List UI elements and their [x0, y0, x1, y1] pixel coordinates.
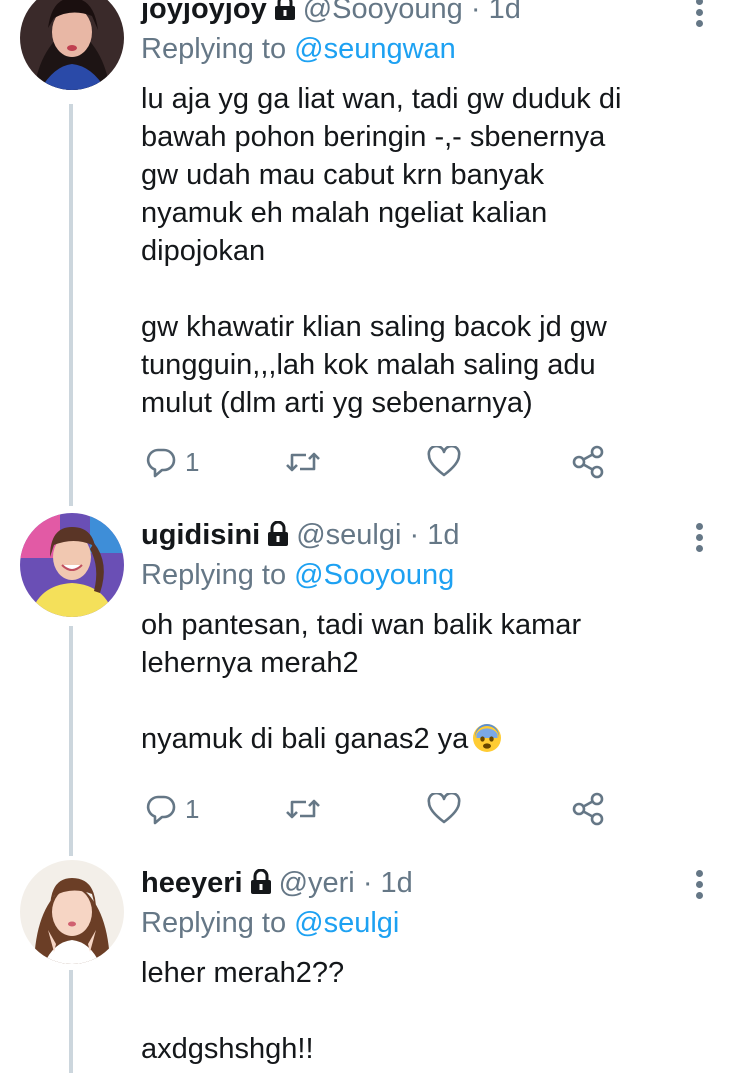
tweet-header: heeyeri @yeri · 1d	[141, 866, 710, 903]
lock-icon	[249, 868, 273, 903]
text-line: axdgshshgh!!	[141, 1033, 314, 1065]
tweet-text: leher merah2?? axdgshshgh!!	[141, 954, 710, 1068]
text-line: lehernya merah2	[141, 647, 359, 679]
retweet-button[interactable]	[285, 789, 321, 829]
text-line: lu aja yg ga liat wan, tadi gw duduk di	[141, 83, 622, 115]
avatar[interactable]	[20, 513, 124, 617]
lock-icon	[266, 520, 290, 555]
share-icon	[572, 792, 604, 826]
tweet-header: joyjoyjoy @Sooyoung · 1d	[141, 0, 710, 29]
replying-to: Replying to @seungwan	[141, 32, 710, 66]
fearful-face-emoji	[472, 723, 502, 753]
text-line: nyamuk di bali ganas2 ya	[141, 720, 710, 758]
share-button[interactable]	[571, 789, 605, 829]
reply-button[interactable]: 1	[145, 442, 199, 482]
separator: ·	[409, 519, 420, 551]
tweet[interactable]: ugidisini @seulgi · 1d Replying to @Sooyo…	[0, 505, 750, 850]
replying-prefix: Replying to	[141, 907, 287, 939]
tweet-text: oh pantesan, tadi wan balik kamar lehern…	[141, 606, 710, 758]
handle[interactable]: @seulgi	[296, 519, 401, 551]
like-button[interactable]	[427, 442, 461, 482]
lock-icon	[273, 0, 297, 29]
tweet-text: lu aja yg ga liat wan, tadi gw duduk di …	[141, 80, 710, 422]
separator: ·	[470, 0, 481, 25]
avatar[interactable]	[20, 0, 124, 90]
retweet-icon	[286, 799, 320, 819]
text-line: gw khawatir klian saling bacok jd gw	[141, 311, 607, 343]
share-button[interactable]	[571, 442, 605, 482]
avatar[interactable]	[20, 860, 124, 964]
tweet-actions: 1	[141, 442, 621, 482]
text-line: bawah pohon beringin -,- sbenernya	[141, 121, 606, 153]
heart-icon	[427, 793, 461, 824]
replying-to-handle[interactable]: @seulgi	[294, 907, 399, 939]
text-line: tungguin,,,lah kok malah saling adu	[141, 349, 596, 381]
timestamp[interactable]: 1d	[427, 519, 459, 551]
text-line: leher merah2??	[141, 957, 345, 989]
replying-to: Replying to @seulgi	[141, 906, 710, 940]
more-options-icon[interactable]	[694, 868, 704, 902]
replying-to-handle[interactable]: @Sooyoung	[294, 559, 454, 591]
display-name[interactable]: joyjoyjoy	[141, 0, 267, 25]
reply-icon	[146, 448, 176, 478]
retweet-button[interactable]	[285, 442, 321, 482]
tweet-header: ugidisini @seulgi · 1d	[141, 518, 710, 555]
handle[interactable]: @yeri	[279, 867, 355, 899]
text-line: nyamuk eh malah ngeliat kalian	[141, 197, 548, 229]
retweet-icon	[286, 452, 320, 472]
timestamp[interactable]: 1d	[489, 0, 521, 25]
replying-prefix: Replying to	[141, 33, 287, 65]
more-options-icon[interactable]	[694, 521, 704, 555]
like-button[interactable]	[427, 789, 461, 829]
display-name[interactable]: heeyeri	[141, 867, 243, 899]
separator: ·	[362, 867, 373, 899]
reply-button[interactable]: 1	[145, 789, 199, 829]
timestamp[interactable]: 1d	[381, 867, 413, 899]
replying-to-handle[interactable]: @seungwan	[294, 33, 456, 65]
share-icon	[572, 445, 604, 479]
replying-to: Replying to @Sooyoung	[141, 558, 710, 592]
text-line: oh pantesan, tadi wan balik kamar	[141, 609, 582, 641]
more-options-icon[interactable]	[694, 0, 704, 30]
display-name[interactable]: ugidisini	[141, 519, 260, 551]
text-line: dipojokan	[141, 235, 266, 267]
tweet[interactable]: heeyeri @yeri · 1d Replying to @seulgi le…	[0, 850, 750, 1073]
text-line: mulut (dlm arti yg sebenarnya)	[141, 387, 533, 419]
tweet[interactable]: joyjoyjoy @Sooyoung · 1d Replying to @seu…	[0, 0, 750, 500]
tweet-actions: 1	[141, 789, 621, 829]
text-line: gw udah mau cabut krn banyak	[141, 159, 545, 191]
replying-prefix: Replying to	[141, 559, 287, 591]
reply-count: 1	[185, 793, 200, 824]
handle[interactable]: @Sooyoung	[303, 0, 463, 25]
text-line-content: nyamuk di bali ganas2 ya	[141, 723, 469, 755]
heart-icon	[427, 446, 461, 477]
reply-icon	[146, 795, 176, 825]
reply-count: 1	[185, 446, 200, 477]
